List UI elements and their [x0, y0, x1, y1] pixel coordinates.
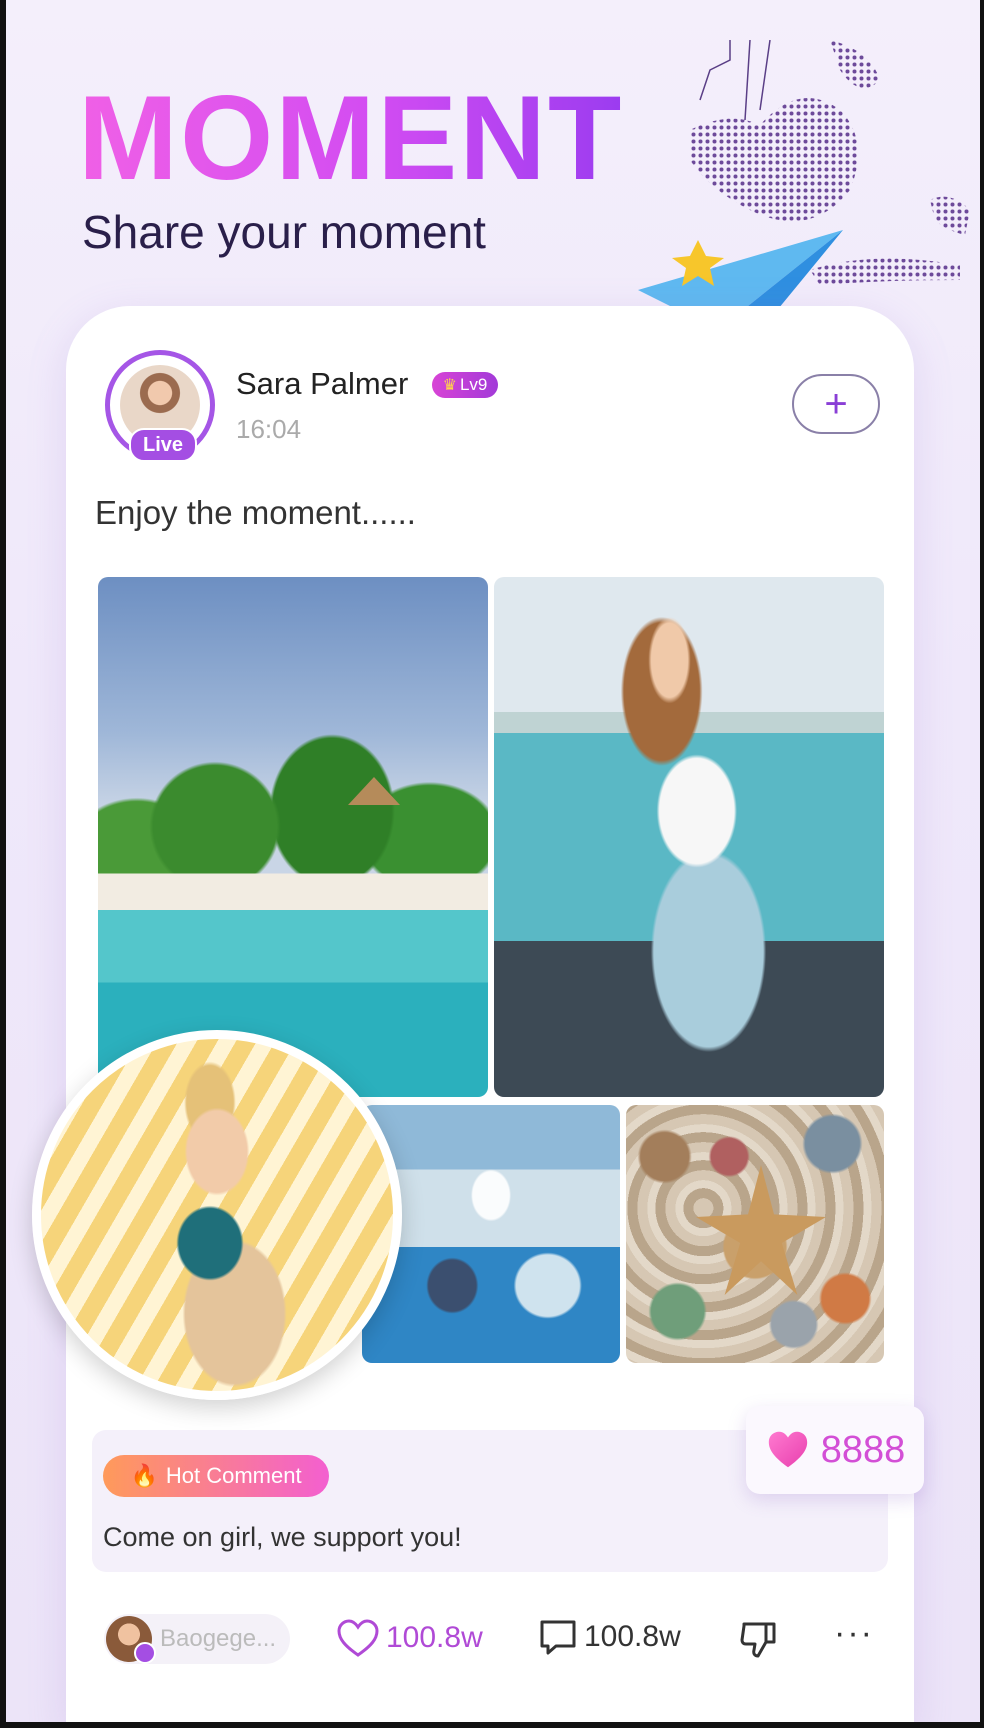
- post-time: 16:04: [236, 414, 302, 444]
- like-count: 100.8w: [386, 1621, 483, 1654]
- flame-icon: 🔥: [130, 1463, 158, 1488]
- follow-button[interactable]: +: [792, 374, 880, 434]
- hot-comment-text: Come on girl, we support you!: [103, 1522, 462, 1552]
- shells-starfish-photo[interactable]: [626, 1105, 884, 1363]
- author-name[interactable]: Sara Palmer: [236, 366, 408, 402]
- heart-outline-icon: [337, 1619, 379, 1657]
- commenter-chip[interactable]: Baogege...: [104, 1614, 290, 1664]
- beach-palm-photo[interactable]: [98, 577, 488, 1097]
- laughing-girl-photo[interactable]: [32, 1030, 402, 1400]
- level-badge: ♛ Lv9: [432, 372, 498, 398]
- live-badge: Live: [129, 428, 197, 462]
- heart-icon: [768, 1431, 807, 1468]
- beach-hut: [348, 777, 400, 805]
- thumbs-down-icon[interactable]: [738, 1620, 778, 1660]
- like-popup-count: 8888: [820, 1428, 906, 1471]
- commenter-avatar: [106, 1616, 156, 1664]
- comment-button[interactable]: 100.8w: [538, 1618, 681, 1656]
- action-bar: Baogege... 100.8w 100.8w ···: [104, 1612, 884, 1668]
- level-label: Lv9: [459, 375, 488, 394]
- hero-title: MOMENT: [78, 71, 624, 205]
- crown-icon: ♛: [442, 377, 457, 394]
- comment-count: 100.8w: [584, 1620, 681, 1653]
- hot-comment-badge: 🔥 Hot Comment: [103, 1455, 329, 1497]
- sea-woman-photo[interactable]: [494, 577, 884, 1097]
- commenter-name: Baogege...: [160, 1625, 277, 1652]
- starfish: [696, 1165, 826, 1295]
- post-text: Enjoy the moment......: [95, 494, 416, 531]
- hero-subtitle: Share your moment: [82, 206, 486, 258]
- like-button[interactable]: 100.8w: [336, 1618, 483, 1658]
- hot-comment-label: Hot Comment: [165, 1463, 302, 1488]
- like-count-popup: 8888: [746, 1406, 924, 1494]
- comment-icon: [540, 1620, 576, 1655]
- more-options-button[interactable]: ···: [834, 1614, 874, 1653]
